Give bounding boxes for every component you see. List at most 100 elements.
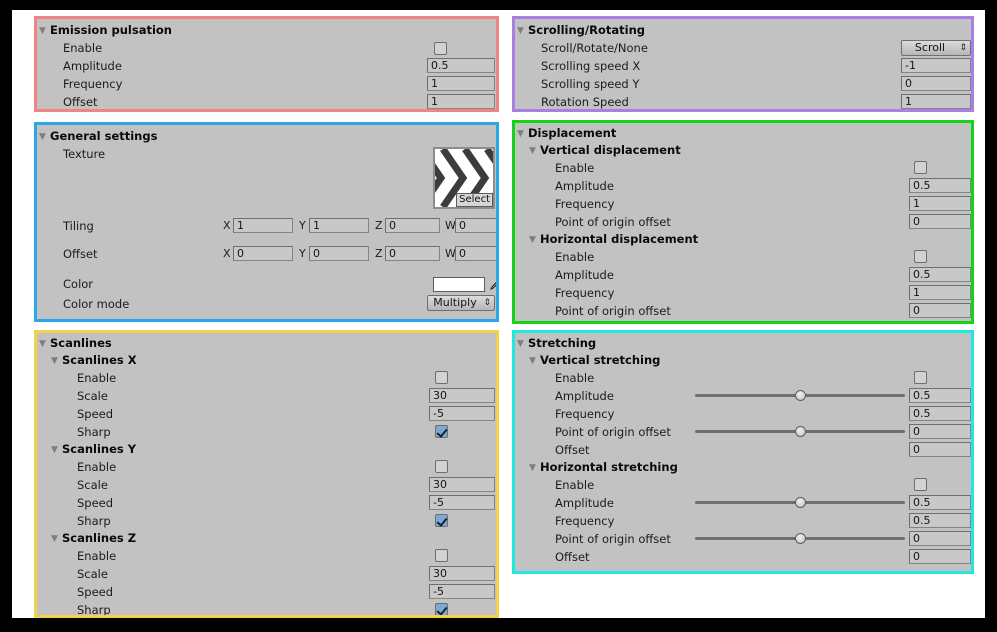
input-rotation-speed[interactable]: 1 — [901, 94, 971, 109]
input-horizontal-displacement-frequency[interactable]: 1 — [909, 285, 971, 300]
vertical-displacement-header[interactable]: ▼ Vertical displacement — [515, 142, 971, 159]
checkbox-vertical-displacement-enable[interactable] — [914, 161, 927, 174]
input-scrolling-speed-x[interactable]: -1 — [901, 58, 971, 73]
stretching-header[interactable]: ▼ Stretching — [515, 335, 971, 352]
vertical-stretching-header[interactable]: ▼ Vertical stretching — [515, 352, 971, 369]
foldout-icon[interactable]: ▼ — [517, 126, 528, 143]
slider-knob[interactable] — [795, 497, 806, 508]
label-enable: Enable — [555, 371, 595, 385]
checkbox-scanlines-z-enable[interactable] — [435, 549, 448, 562]
checkbox-scanlines-z-sharp[interactable] — [435, 603, 448, 615]
displacement-header[interactable]: ▼ Displacement — [515, 125, 971, 142]
checkbox-scanlines-y-sharp[interactable] — [435, 514, 448, 527]
checkbox-scanlines-x-enable[interactable] — [435, 371, 448, 384]
input-horizontal-stretching-amplitude[interactable]: 0.5 — [909, 495, 971, 510]
foldout-icon[interactable]: ▼ — [39, 336, 50, 353]
checkbox-horizontal-stretching-enable[interactable] — [914, 478, 927, 491]
input-tiling-y[interactable]: 1 — [309, 218, 369, 233]
input-scanlines-z-speed[interactable]: -5 — [429, 584, 495, 599]
scanlines-x-header[interactable]: ▼ Scanlines X — [37, 352, 496, 369]
input-horizontal-displacement-origin[interactable]: 0 — [909, 303, 971, 318]
axis-label-x: X — [223, 247, 231, 260]
texture-select-button[interactable]: Select — [456, 193, 493, 207]
input-scanlines-y-scale[interactable]: 30 — [429, 477, 495, 492]
dropdown-color-mode[interactable]: Multiply ⇕ — [427, 295, 495, 311]
input-offset-x[interactable]: 0 — [233, 246, 293, 261]
horizontal-displacement-header[interactable]: ▼ Horizontal displacement — [515, 231, 971, 248]
input-horizontal-stretching-offset[interactable]: 0 — [909, 549, 971, 564]
foldout-icon[interactable]: ▼ — [51, 531, 62, 548]
slider-knob[interactable] — [795, 533, 806, 544]
input-tiling-x[interactable]: 1 — [233, 218, 293, 233]
scanlines-x-title: Scanlines X — [62, 353, 137, 367]
slider-knob[interactable] — [795, 390, 806, 401]
input-vertical-displacement-frequency[interactable]: 1 — [909, 196, 971, 211]
scanlines-z-header[interactable]: ▼ Scanlines Z — [37, 530, 496, 547]
input-horizontal-stretching-origin[interactable]: 0 — [909, 531, 971, 546]
general-settings-header[interactable]: ▼ General settings — [37, 128, 496, 145]
row-scroll-mode: Scroll/Rotate/None Scroll ⇕ — [515, 39, 971, 57]
texture-preview[interactable]: Select — [433, 147, 495, 209]
input-vertical-displacement-origin[interactable]: 0 — [909, 214, 971, 229]
axis-label-z: Z — [375, 219, 383, 232]
label-amplitude: Amplitude — [63, 59, 122, 73]
input-scanlines-z-scale[interactable]: 30 — [429, 566, 495, 581]
foldout-icon[interactable]: ▼ — [529, 143, 540, 160]
input-emission-amplitude[interactable]: 0.5 — [427, 58, 495, 73]
label-sharp: Sharp — [77, 514, 111, 528]
slider-knob[interactable] — [795, 426, 806, 437]
color-swatch[interactable] — [433, 277, 485, 292]
checkbox-scanlines-y-enable[interactable] — [435, 460, 448, 473]
dropdown-scroll-mode[interactable]: Scroll ⇕ — [901, 40, 971, 56]
checkbox-vertical-stretching-enable[interactable] — [914, 371, 927, 384]
checkbox-emission-enable[interactable] — [434, 42, 447, 55]
label-point-of-origin-offset: Point of origin offset — [555, 215, 671, 229]
input-vertical-stretching-frequency[interactable]: 0.5 — [909, 406, 971, 421]
panel-displacement: ▼ Displacement ▼ Vertical displacement Ena… — [512, 120, 974, 324]
input-emission-frequency[interactable]: 1 — [427, 76, 495, 91]
input-tiling-w[interactable]: 0 — [455, 218, 496, 233]
input-scrolling-speed-y[interactable]: 0 — [901, 76, 971, 91]
input-vertical-displacement-amplitude[interactable]: 0.5 — [909, 178, 971, 193]
input-emission-offset[interactable]: 1 — [427, 94, 495, 109]
foldout-icon[interactable]: ▼ — [517, 336, 528, 353]
slider-vertical-stretching-origin[interactable] — [695, 424, 905, 438]
slider-horizontal-stretching-amplitude[interactable] — [695, 495, 905, 509]
label-point-of-origin-offset: Point of origin offset — [555, 304, 671, 318]
scanlines-header[interactable]: ▼ Scanlines — [37, 335, 496, 352]
label-point-of-origin-offset: Point of origin offset — [555, 532, 671, 546]
input-horizontal-displacement-amplitude[interactable]: 0.5 — [909, 267, 971, 282]
input-vertical-stretching-amplitude[interactable]: 0.5 — [909, 388, 971, 403]
checkbox-horizontal-displacement-enable[interactable] — [914, 250, 927, 263]
foldout-icon[interactable]: ▼ — [517, 23, 528, 40]
scrolling-rotating-header[interactable]: ▼ Scrolling/Rotating — [515, 22, 971, 39]
row-hstretch-enable: Enable — [515, 476, 971, 494]
foldout-icon[interactable]: ▼ — [39, 129, 50, 146]
input-offset-z[interactable]: 0 — [385, 246, 440, 261]
input-horizontal-stretching-frequency[interactable]: 0.5 — [909, 513, 971, 528]
foldout-icon[interactable]: ▼ — [51, 442, 62, 459]
input-scanlines-y-speed[interactable]: -5 — [429, 495, 495, 510]
foldout-icon[interactable]: ▼ — [529, 353, 540, 370]
eyedropper-icon[interactable] — [489, 276, 496, 291]
emission-pulsation-header[interactable]: ▼ Emission pulsation — [37, 22, 496, 39]
label-offset: Offset — [63, 95, 98, 109]
input-scanlines-x-speed[interactable]: -5 — [429, 406, 495, 421]
input-vertical-stretching-offset[interactable]: 0 — [909, 442, 971, 457]
slider-vertical-stretching-amplitude[interactable] — [695, 388, 905, 402]
scanlines-y-header[interactable]: ▼ Scanlines Y — [37, 441, 496, 458]
input-vertical-stretching-origin[interactable]: 0 — [909, 424, 971, 439]
input-scanlines-x-scale[interactable]: 30 — [429, 388, 495, 403]
horizontal-stretching-header[interactable]: ▼ Horizontal stretching — [515, 459, 971, 476]
checkbox-scanlines-x-sharp[interactable] — [435, 425, 448, 438]
foldout-icon[interactable]: ▼ — [51, 353, 62, 370]
foldout-icon[interactable]: ▼ — [39, 23, 50, 40]
foldout-icon[interactable]: ▼ — [529, 232, 540, 249]
inspector-canvas: ▼ Emission pulsation Enable Amplitude 0.5… — [12, 10, 985, 618]
input-tiling-z[interactable]: 0 — [385, 218, 440, 233]
input-offset-y[interactable]: 0 — [309, 246, 369, 261]
input-offset-w[interactable]: 0 — [455, 246, 496, 261]
slider-horizontal-stretching-origin[interactable] — [695, 531, 905, 545]
row-hdisp-amplitude: Amplitude 0.5 — [515, 266, 971, 284]
foldout-icon[interactable]: ▼ — [529, 460, 540, 477]
